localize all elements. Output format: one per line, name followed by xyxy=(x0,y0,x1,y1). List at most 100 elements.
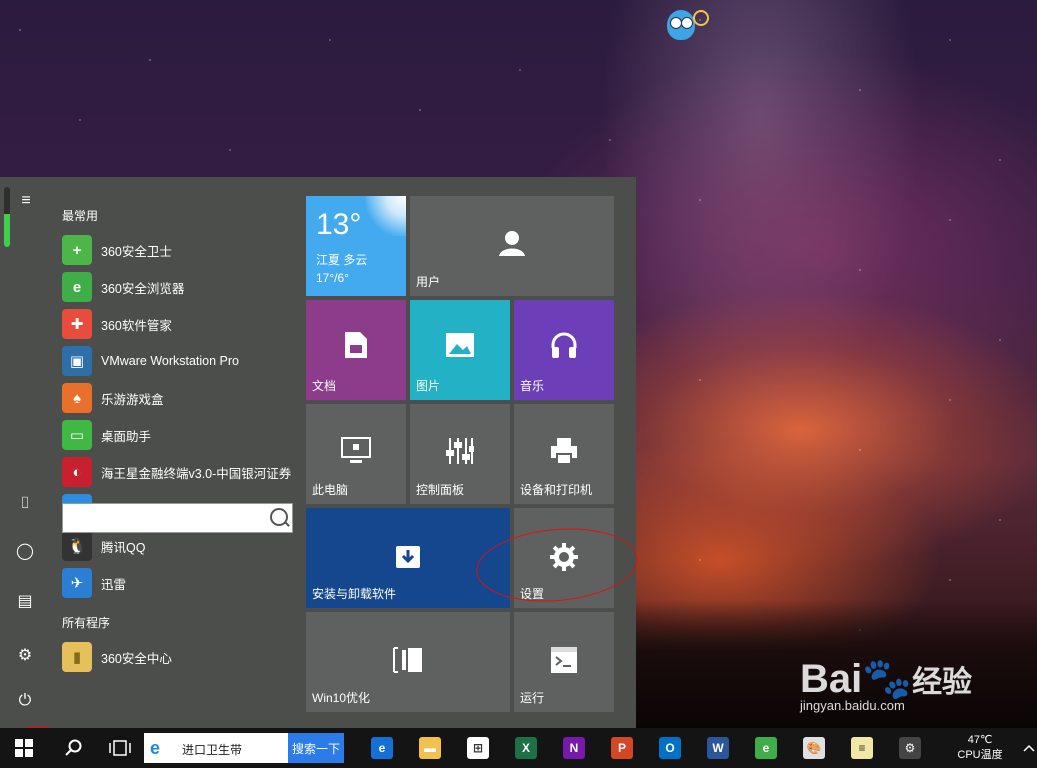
neptune-finance-icon: ◐ xyxy=(62,457,92,487)
tile-label: 安装与卸载软件 xyxy=(312,587,397,601)
baidu-watermark: Bai🐾经验 jingyan.baidu.com xyxy=(800,655,972,713)
list-item-360-security-center[interactable]: ▮ 360安全中心 xyxy=(62,640,302,674)
tile-label: 此电脑 xyxy=(312,483,349,497)
cpu-temp-label: CPU温度 xyxy=(957,749,1003,761)
sun-icon xyxy=(366,196,406,236)
most-used-heading: 最常用 xyxy=(62,209,99,223)
store-icon: ⊞ xyxy=(467,737,489,759)
taskbar-pinned-app[interactable]: P xyxy=(602,728,642,768)
win10-optimize-tile[interactable]: Win10优化 xyxy=(306,612,510,712)
excel-icon: X xyxy=(515,737,537,759)
music-tile[interactable]: 音乐 xyxy=(514,300,614,400)
app-label: 迅雷 xyxy=(101,577,127,592)
taskbar-pinned-app[interactable]: ▬ xyxy=(410,728,450,768)
watermark-url: jingyan.baidu.com xyxy=(800,698,905,713)
level-indicator xyxy=(4,187,10,247)
browser-search-input[interactable]: 进口卫生带 xyxy=(182,741,242,758)
weather-range: 17°/6° xyxy=(316,271,349,285)
taskbar-pinned-app[interactable]: ⚙ xyxy=(890,728,930,768)
this-pc-tile[interactable]: 此电脑 xyxy=(306,404,406,504)
360-safe-icon: + xyxy=(62,235,92,265)
chevron-up-icon xyxy=(1022,744,1035,752)
taskbar-pinned-app[interactable]: N xyxy=(554,728,594,768)
search-icon xyxy=(270,508,288,526)
search-icon xyxy=(65,739,82,756)
tile-label: 控制面板 xyxy=(416,483,465,497)
folder-icon: ▮ xyxy=(62,642,92,672)
list-item-app[interactable]: +360安全卫士 xyxy=(62,233,302,267)
app-label: VMware Workstation Pro xyxy=(101,354,240,368)
owl-desktop-widget-icon[interactable] xyxy=(665,6,709,42)
paw-icon: 🐾 xyxy=(862,657,913,701)
file-explorer-rail-icon[interactable]: ▤ xyxy=(13,590,37,614)
list-item-app[interactable]: ✈ 迅雷 xyxy=(62,566,302,600)
start-button[interactable] xyxy=(0,728,48,768)
search-submit-button[interactable]: 搜索一下 xyxy=(288,733,344,763)
start-menu: ≡ ⌷ ◯ ▤ ⚙ ⏻ 最常用 +360安全卫士 e 360安全浏览器 ✚ 360软件管… xyxy=(0,177,636,728)
task-view-button[interactable] xyxy=(100,728,140,768)
powerpoint-icon: P xyxy=(611,737,633,759)
app-label: 乐游游戏盒 xyxy=(101,392,164,407)
app-label: 海王星金融终端v3.0-中国银河证券 xyxy=(101,466,292,481)
vmware-icon: ▣ xyxy=(62,346,92,376)
printer-icon xyxy=(514,436,614,469)
360-browser-taskbar-icon: e xyxy=(755,737,777,759)
picture-icon xyxy=(410,332,510,361)
hamburger-menu-icon[interactable]: ≡ xyxy=(14,189,38,213)
list-item-app[interactable]: 🐧 腾讯QQ xyxy=(62,529,302,563)
qq-icon: 🐧 xyxy=(62,531,92,561)
list-item-app[interactable]: ▣ VMware Workstation Pro xyxy=(62,344,302,378)
weather-tile[interactable]: 13° 江夏 多云 17°/6° xyxy=(306,196,406,296)
game-box-icon: ♠ xyxy=(62,383,92,413)
cpu-temperature-widget[interactable]: 47℃ CPU温度 xyxy=(950,728,1010,768)
taskbar-pinned-app[interactable]: ≡ xyxy=(842,728,882,768)
taskbar-pinned-app[interactable]: X xyxy=(506,728,546,768)
taskbar-pinned-app[interactable]: W xyxy=(698,728,738,768)
list-item-app[interactable]: e 360安全浏览器 xyxy=(62,270,302,304)
windows-logo-icon xyxy=(15,739,33,757)
taskbar-pinned-app[interactable]: ⊞ xyxy=(458,728,498,768)
outlook-icon: O xyxy=(659,737,681,759)
show-hidden-icons-button[interactable] xyxy=(1020,728,1037,768)
pictures-tile[interactable]: 图片 xyxy=(410,300,510,400)
app-label: 360安全中心 xyxy=(101,651,172,666)
user-icon xyxy=(410,228,614,261)
xunlei-icon: ✈ xyxy=(62,568,92,598)
user-tile[interactable]: 用户 xyxy=(410,196,614,296)
run-icon xyxy=(514,646,614,677)
task-view-icon xyxy=(109,740,131,756)
list-item-app[interactable]: ✚ 360软件管家 xyxy=(62,307,302,341)
cortana-search-button[interactable] xyxy=(56,728,92,768)
devices-printers-tile[interactable]: 设备和打印机 xyxy=(514,404,614,504)
tile-label: 文档 xyxy=(312,379,337,393)
settings-taskbar-icon: ⚙ xyxy=(899,737,921,759)
list-item-app[interactable]: ▭ 桌面助手 xyxy=(62,418,302,452)
documents-tile[interactable]: 文档 xyxy=(306,300,406,400)
settings-rail-icon[interactable]: ⚙ xyxy=(13,644,37,668)
paint-icon: 🎨 xyxy=(803,737,825,759)
app-label: 360软件管家 xyxy=(101,318,172,333)
ie-logo-icon: e xyxy=(150,738,161,758)
watermark-brand: Bai xyxy=(800,657,863,701)
taskbar-pinned-app[interactable]: e xyxy=(362,728,402,768)
list-item-app[interactable]: ◐ 海王星金融终端v3.0-中国银河证券 xyxy=(62,455,302,489)
task-view-rail-icon[interactable]: ⌷ xyxy=(13,492,37,516)
taskbar-pinned-app[interactable]: e xyxy=(746,728,786,768)
monitor-icon xyxy=(306,436,406,469)
app-label: 360安全卫士 xyxy=(101,244,172,259)
run-tile[interactable]: 运行 xyxy=(514,612,614,712)
taskbar-pinned-app[interactable]: O xyxy=(650,728,690,768)
browser-search-bar[interactable]: e 进口卫生带 搜索一下 xyxy=(144,733,344,763)
tile-label: 用户 xyxy=(416,275,441,289)
tile-label: Win10优化 xyxy=(312,691,371,705)
start-search-input[interactable] xyxy=(62,503,293,533)
all-programs-heading[interactable]: 所有程序 xyxy=(62,614,110,631)
list-item-app[interactable]: ♠ 乐游游戏盒 xyxy=(62,381,302,415)
user-rail-icon[interactable]: ◯ xyxy=(13,540,37,564)
app-list: 最常用 +360安全卫士 e 360安全浏览器 ✚ 360软件管家 ▣ VMware Wor… xyxy=(50,177,300,728)
tile-label: 图片 xyxy=(416,379,441,393)
watermark-brand-2: 经验 xyxy=(912,666,973,699)
control-panel-tile[interactable]: 控制面板 xyxy=(410,404,510,504)
taskbar-pinned-app[interactable]: 🎨 xyxy=(794,728,834,768)
power-icon[interactable]: ⏻ xyxy=(13,689,37,713)
